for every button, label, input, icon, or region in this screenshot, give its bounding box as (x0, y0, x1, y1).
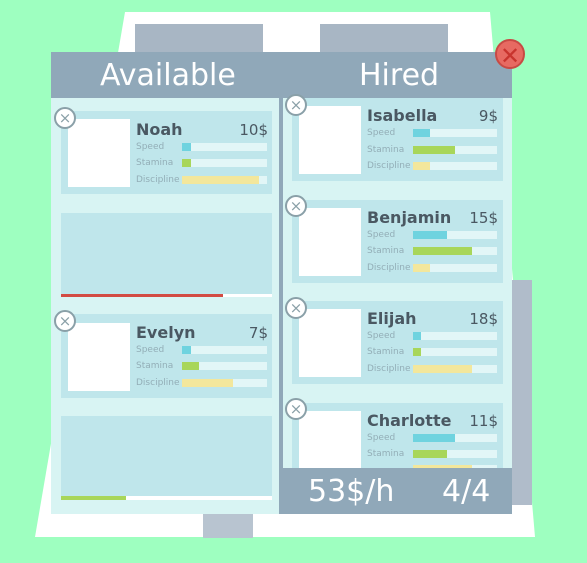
speed-bar (182, 143, 267, 151)
discipline-bar-fill (182, 176, 259, 184)
stamina-bar-fill (413, 146, 455, 154)
discipline-bar (413, 162, 497, 170)
close-x-icon: ✕ (499, 42, 521, 70)
stamina-bar (413, 348, 497, 356)
discipline-bar (182, 176, 267, 184)
speed-bar (413, 332, 497, 340)
stamina-label: Stamina (367, 449, 405, 459)
speed-bar (413, 129, 497, 137)
discipline-label: Discipline (136, 378, 180, 388)
employee-price: 9$ (478, 107, 498, 125)
stamina-label: Stamina (136, 361, 174, 371)
speed-bar-fill (182, 143, 191, 151)
refresh-progress-bar (61, 496, 272, 500)
refresh-progress-bar (61, 294, 272, 297)
refresh-progress-fill (61, 496, 127, 500)
close-circle-icon[interactable]: × (54, 310, 76, 332)
scene-floor-bottom (203, 512, 253, 538)
portrait (299, 208, 361, 276)
speed-bar-fill (413, 332, 422, 340)
stamina-label: Stamina (367, 246, 405, 256)
stamina-bar (413, 247, 497, 255)
discipline-label: Discipline (367, 263, 411, 273)
close-circle-icon[interactable]: × (285, 297, 307, 319)
speed-label: Speed (367, 433, 396, 443)
stamina-bar-fill (413, 247, 472, 255)
refresh-progress-fill (61, 294, 224, 297)
hired-count: 4/4 (442, 474, 491, 509)
available-title: Available (100, 58, 236, 93)
close-circle-icon[interactable]: × (285, 94, 307, 116)
portrait (68, 323, 130, 391)
empty-slot (61, 416, 272, 496)
speed-label: Speed (136, 345, 165, 355)
scene-wall-right (320, 24, 448, 54)
candidate-price: 10$ (239, 121, 268, 139)
speed-bar-fill (413, 231, 447, 239)
discipline-bar-fill (413, 264, 430, 272)
discipline-label: Discipline (367, 364, 411, 374)
speed-bar-fill (413, 434, 455, 442)
discipline-label: Discipline (136, 175, 180, 185)
employee-price: 11$ (469, 412, 498, 430)
employee-name: Isabella (367, 106, 438, 125)
scene-side-right (512, 280, 532, 505)
portrait (299, 309, 361, 377)
employee-price: 15$ (469, 209, 498, 227)
speed-label: Speed (367, 128, 396, 138)
close-circle-icon[interactable]: × (54, 107, 76, 129)
discipline-bar (182, 379, 267, 387)
discipline-bar-fill (413, 365, 472, 373)
speed-label: Speed (136, 142, 165, 152)
employee-name: Charlotte (367, 411, 452, 430)
discipline-bar-fill (182, 379, 233, 387)
candidate-price: 7$ (248, 324, 268, 342)
discipline-bar (413, 264, 497, 272)
stamina-bar (182, 159, 267, 167)
stamina-bar-fill (182, 159, 191, 167)
stamina-bar (182, 362, 267, 370)
stamina-bar (413, 450, 497, 458)
stamina-label: Stamina (136, 158, 174, 168)
stamina-bar-fill (182, 362, 199, 370)
stamina-bar-fill (413, 348, 422, 356)
empty-slot (61, 213, 272, 294)
close-circle-icon[interactable]: × (285, 398, 307, 420)
speed-bar (182, 346, 267, 354)
speed-label: Speed (367, 230, 396, 240)
stamina-label: Stamina (367, 145, 405, 155)
speed-label: Speed (367, 331, 396, 341)
stamina-bar-fill (413, 450, 447, 458)
speed-bar-fill (413, 129, 430, 137)
discipline-bar-fill (413, 162, 430, 170)
speed-bar (413, 231, 497, 239)
close-button[interactable]: ✕ (495, 39, 525, 70)
portrait (299, 106, 361, 174)
column-divider (279, 98, 283, 514)
employee-name: Benjamin (367, 208, 452, 227)
employee-name: Elijah (367, 309, 417, 328)
candidate-name: Evelyn (136, 323, 196, 342)
scene-wall-left (135, 24, 263, 54)
stamina-bar (413, 146, 497, 154)
employee-price: 18$ (469, 310, 498, 328)
discipline-label: Discipline (367, 161, 411, 171)
portrait (68, 119, 130, 187)
stamina-label: Stamina (367, 347, 405, 357)
close-circle-icon[interactable]: × (285, 195, 307, 217)
candidate-name: Noah (136, 120, 183, 139)
discipline-bar (413, 365, 497, 373)
speed-bar-fill (182, 346, 191, 354)
income-rate: 53$/h (308, 474, 395, 509)
speed-bar (413, 434, 497, 442)
portrait (299, 411, 361, 468)
hired-title: Hired (359, 58, 440, 93)
